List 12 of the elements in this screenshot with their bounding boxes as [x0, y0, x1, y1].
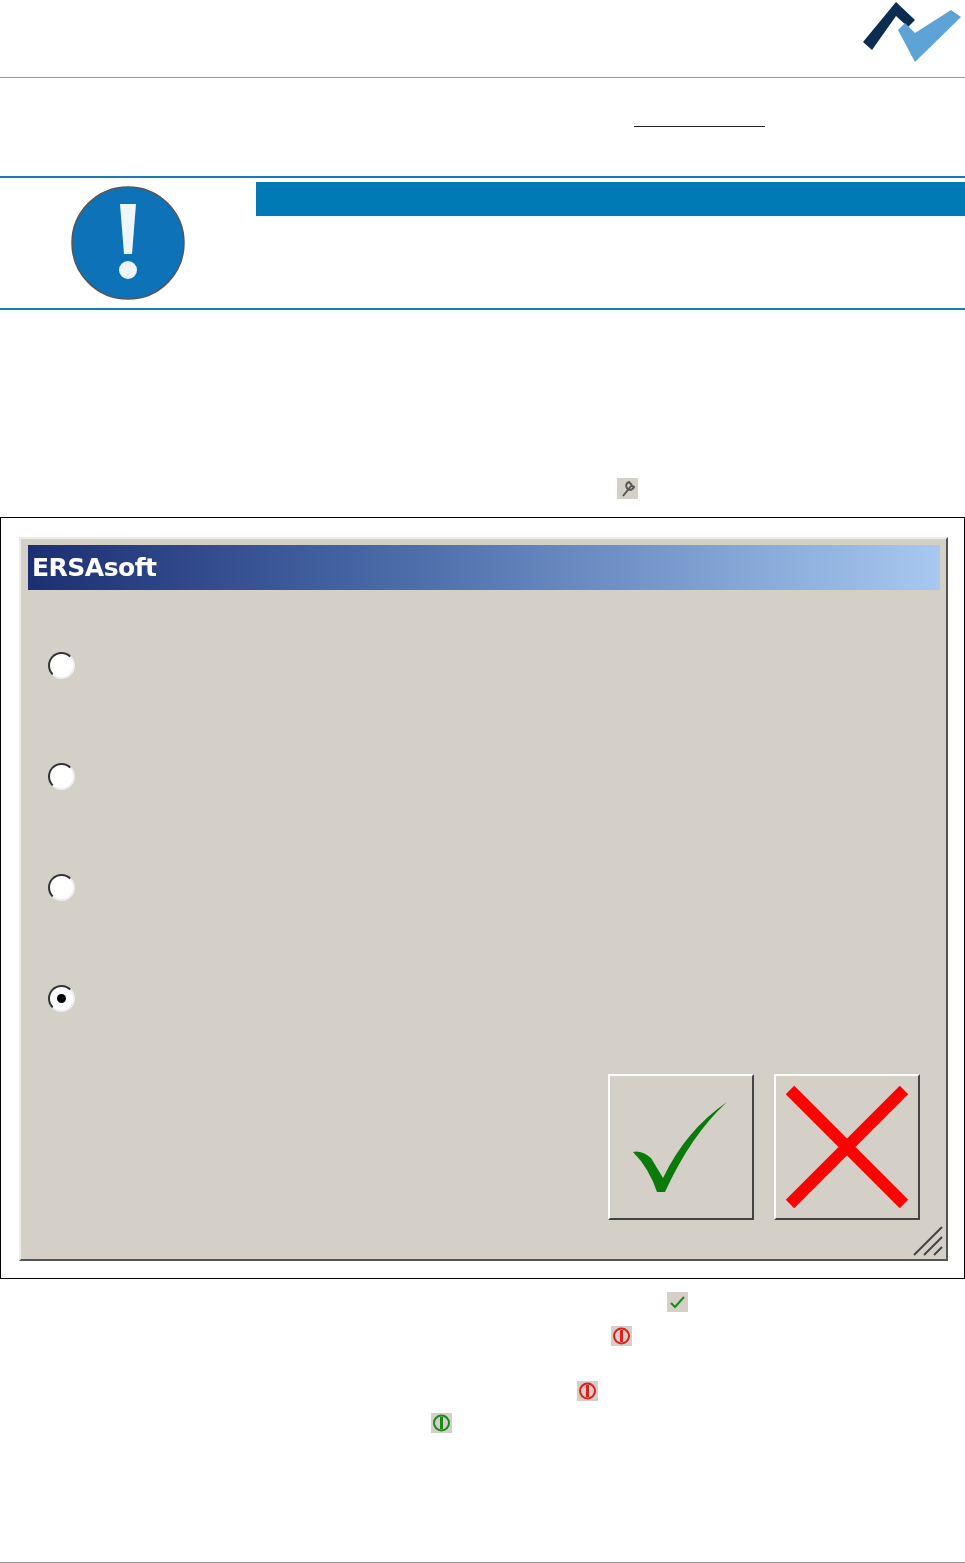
window-title: ERSAsoft: [28, 545, 940, 590]
warning-icon: [71, 186, 185, 300]
radio-button[interactable]: [48, 652, 75, 679]
cancel-button[interactable]: [774, 1074, 920, 1220]
radio-button[interactable]: [48, 874, 75, 901]
check-icon: [667, 1292, 688, 1312]
power-icon: [431, 1413, 452, 1433]
radio-button[interactable]: [48, 985, 75, 1012]
power-icon: [577, 1381, 598, 1401]
radio-button[interactable]: [48, 763, 75, 790]
power-icon: [611, 1326, 632, 1346]
ok-button[interactable]: [608, 1074, 754, 1220]
